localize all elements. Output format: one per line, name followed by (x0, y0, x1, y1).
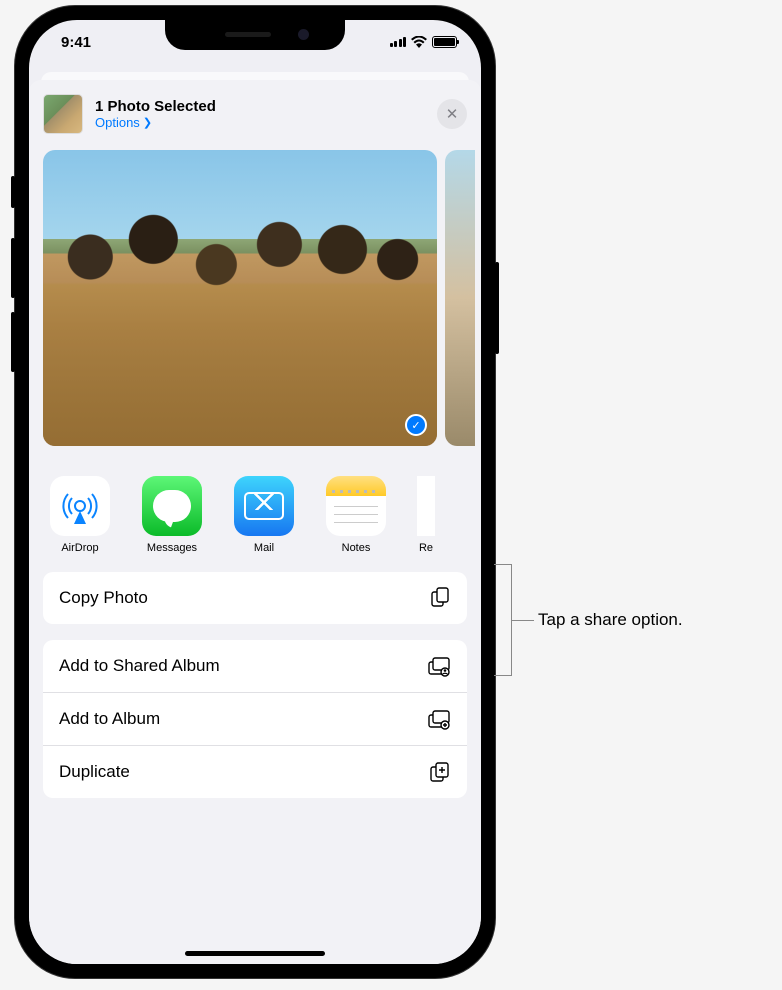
side-button (495, 262, 499, 354)
selected-photo-preview[interactable]: ✓ (43, 150, 437, 446)
next-photo-peek[interactable] (445, 150, 475, 446)
share-app-notes[interactable]: Notes (325, 476, 387, 554)
messages-icon (142, 476, 202, 536)
share-app-airdrop[interactable]: AirDrop (49, 476, 111, 554)
mail-icon (234, 476, 294, 536)
volume-down-button (11, 312, 15, 372)
options-label: Options (95, 115, 140, 130)
app-label: Re (419, 542, 433, 554)
cellular-signal-icon (390, 37, 407, 47)
reminders-icon (417, 476, 435, 536)
action-group-copy: Copy Photo (43, 572, 467, 624)
app-label: Mail (254, 542, 274, 554)
status-time: 9:41 (53, 34, 91, 51)
app-label: AirDrop (61, 542, 98, 554)
sheet-title: 1 Photo Selected (95, 98, 425, 115)
notch (165, 20, 345, 50)
copy-photo-action[interactable]: Copy Photo (43, 572, 467, 624)
share-apps-row[interactable]: AirDrop Messages Mail Notes (29, 460, 481, 572)
share-sheet-header: 1 Photo Selected Options ❯ ✕ (29, 80, 481, 144)
options-button[interactable]: Options ❯ (95, 115, 425, 130)
volume-up-button (11, 238, 15, 298)
copy-icon (429, 587, 451, 609)
action-label: Add to Album (59, 709, 160, 729)
share-app-mail[interactable]: Mail (233, 476, 295, 554)
app-label: Messages (147, 542, 197, 554)
close-icon: ✕ (446, 105, 459, 123)
action-group-main: Add to Shared Album Add to Album Duplica… (43, 640, 467, 798)
add-to-album-action[interactable]: Add to Album (43, 693, 467, 746)
action-label: Add to Shared Album (59, 656, 220, 676)
annotation-callout: Tap a share option. (494, 564, 683, 676)
mute-switch (11, 176, 15, 208)
close-button[interactable]: ✕ (437, 99, 467, 129)
battery-icon (432, 36, 457, 48)
action-label: Copy Photo (59, 588, 148, 608)
duplicate-action[interactable]: Duplicate (43, 746, 467, 798)
action-label: Duplicate (59, 762, 130, 782)
home-indicator[interactable] (185, 951, 325, 956)
notes-icon (326, 476, 386, 536)
duplicate-icon (429, 761, 451, 783)
share-sheet: 1 Photo Selected Options ❯ ✕ ✓ (29, 80, 481, 964)
share-app-reminders[interactable]: Re (417, 476, 435, 554)
photo-preview-strip[interactable]: ✓ (29, 144, 481, 460)
iphone-device-frame: 9:41 1 Photo Selected Options ❯ ✕ (15, 6, 495, 978)
photo-thumbnail[interactable] (43, 94, 83, 134)
shared-album-icon (427, 655, 451, 677)
callout-text: Tap a share option. (538, 610, 683, 630)
add-album-icon (427, 708, 451, 730)
app-label: Notes (342, 542, 371, 554)
callout-line (512, 620, 534, 621)
airdrop-icon (50, 476, 110, 536)
callout-bracket (494, 564, 512, 676)
selected-checkmark-icon: ✓ (405, 414, 427, 436)
screen: 9:41 1 Photo Selected Options ❯ ✕ (29, 20, 481, 964)
share-app-messages[interactable]: Messages (141, 476, 203, 554)
wifi-icon (411, 36, 427, 48)
chevron-right-icon: ❯ (143, 116, 152, 129)
add-to-shared-album-action[interactable]: Add to Shared Album (43, 640, 467, 693)
